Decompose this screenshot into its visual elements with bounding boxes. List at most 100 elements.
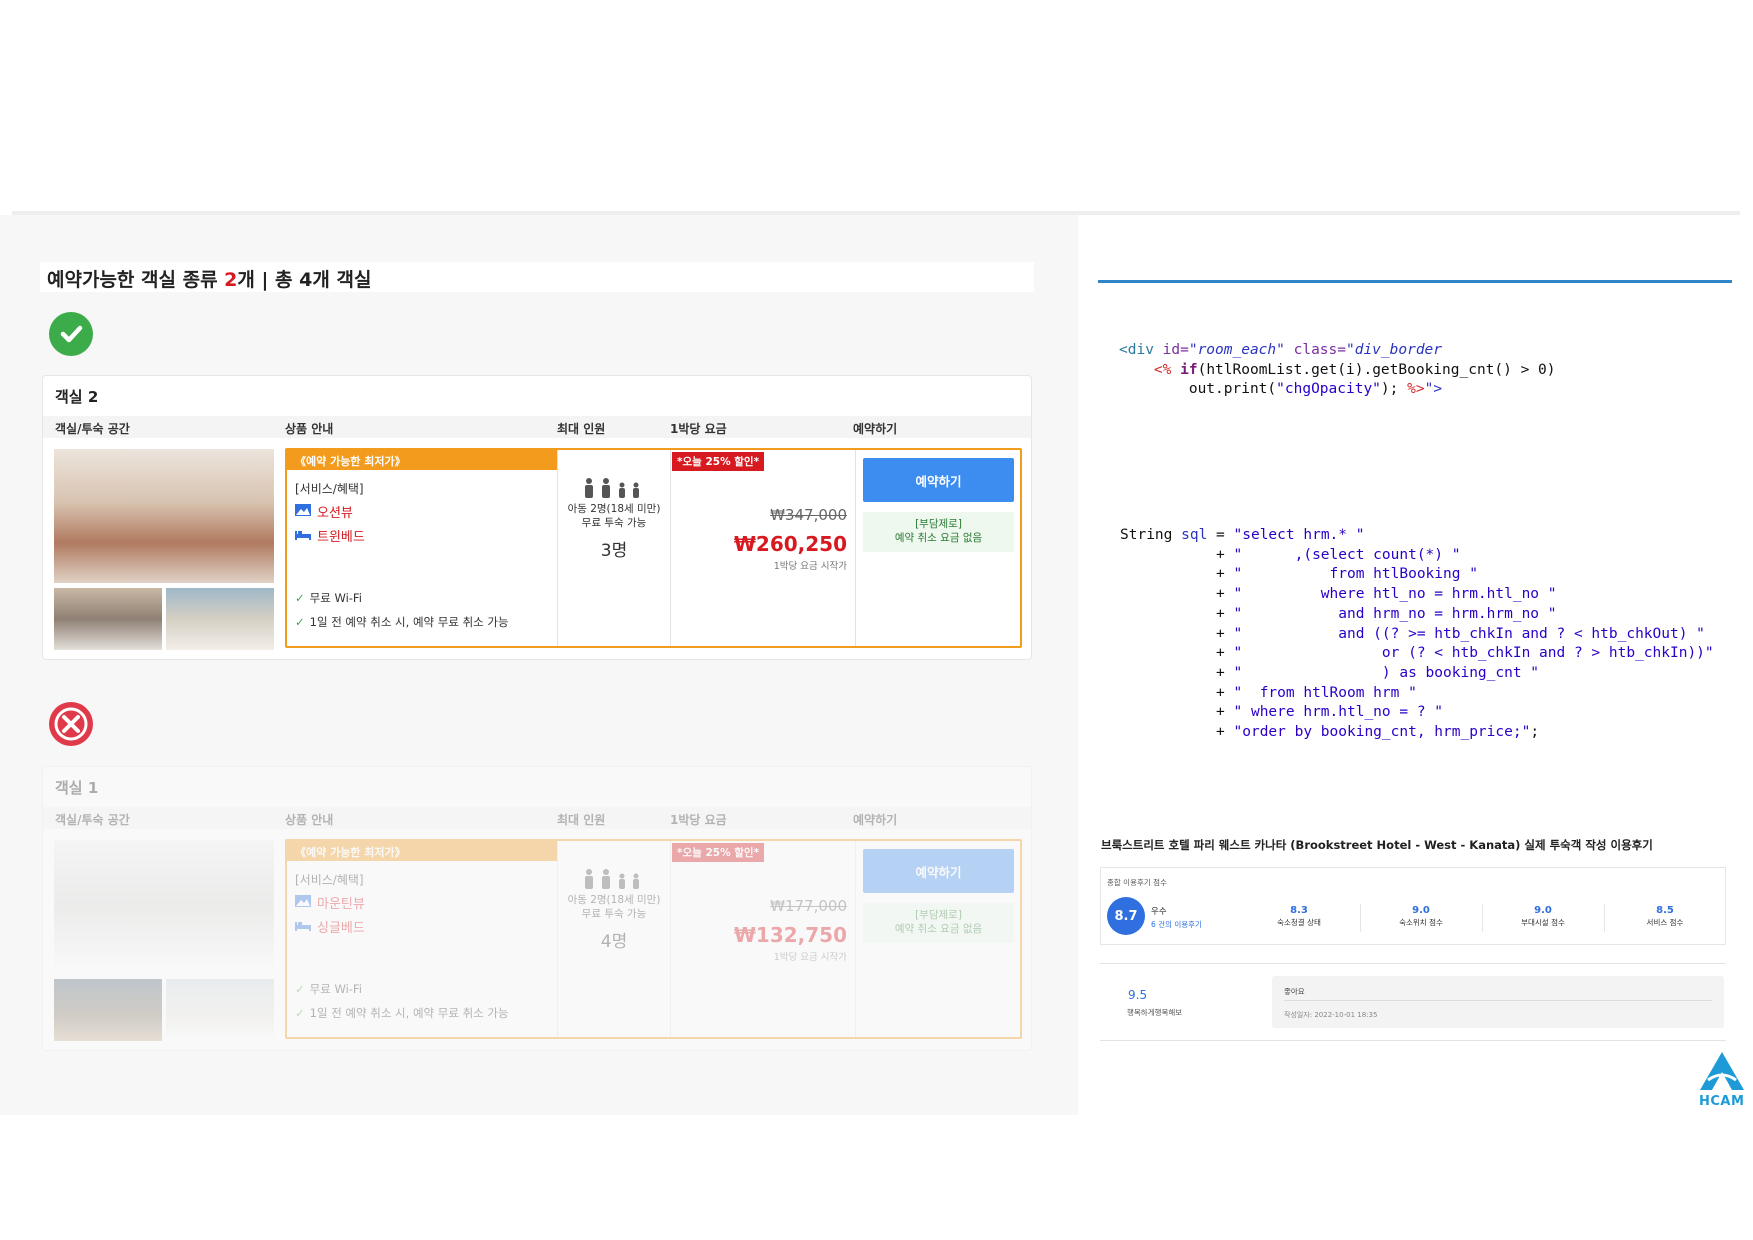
code-token: if bbox=[1171, 361, 1198, 378]
code-token: " and ((? >= htb_chkIn and ? < htb_chkOu… bbox=[1233, 625, 1705, 642]
room-photo-thumb[interactable] bbox=[166, 588, 274, 650]
metric-divider bbox=[1604, 904, 1605, 932]
col-product-info: 상품 안내 bbox=[285, 422, 334, 436]
reserve-button[interactable]: 예약하기 bbox=[863, 458, 1014, 502]
jsp-code-snippet: <div id="room_each" class="div_border <%… bbox=[1119, 341, 1556, 400]
review-count-link[interactable]: 6 건의 이용후기 bbox=[1151, 919, 1202, 930]
room-offer: 《예약 가능한 최저가》 [서비스/혜택] 마운틴뷰 싱글베드 ✓ 무료 Wi-F… bbox=[285, 839, 1022, 1039]
code-token: class= bbox=[1284, 342, 1346, 358]
service-item: 싱글베드 bbox=[295, 917, 365, 936]
col-reserve: 예약하기 bbox=[853, 813, 898, 827]
service-label: 오션뷰 bbox=[317, 506, 353, 521]
benefit-label: 무료 Wi-Fi bbox=[309, 591, 362, 605]
benefit-label: 1일 전 예약 취소 시, 예약 무료 취소 가능 bbox=[309, 1006, 509, 1020]
review-text: 좋아요 bbox=[1284, 987, 1305, 996]
code-token: <div bbox=[1119, 342, 1154, 358]
bed-icon bbox=[295, 528, 311, 544]
room-photos[interactable] bbox=[54, 840, 274, 1041]
free-cancel-title: [부담제로] bbox=[915, 909, 962, 921]
score-metric: 9.0 부대시설 점수 bbox=[1493, 905, 1593, 928]
review-body-divider bbox=[1284, 1000, 1712, 1001]
view-icon bbox=[295, 894, 311, 911]
checkmark-icon: ✓ bbox=[295, 982, 305, 996]
benefit-item: ✓ 1일 전 예약 취소 시, 예약 무료 취소 가능 bbox=[295, 1005, 509, 1021]
reserve-button[interactable]: 예약하기 bbox=[863, 849, 1014, 893]
free-cancel-text: 예약 취소 요금 없음 bbox=[894, 532, 983, 544]
logo-text: HCAM bbox=[1699, 1094, 1745, 1109]
code-token: + bbox=[1120, 566, 1234, 583]
code-token: "select hrm.* " bbox=[1233, 527, 1365, 543]
code-token: "> bbox=[1424, 381, 1443, 398]
room-offer: 《예약 가능한 최저가》 [서비스/혜택] 오션뷰 트윈베드 ✓ 무료 Wi-Fi… bbox=[285, 448, 1022, 648]
lowest-price-tag: 《예약 가능한 최저가》 bbox=[287, 450, 557, 470]
check-circle-icon bbox=[49, 312, 93, 356]
room-title: 객실 1 bbox=[55, 779, 99, 797]
benefit-item: ✓ 1일 전 예약 취소 시, 예약 무료 취소 가능 bbox=[295, 614, 509, 630]
view-icon bbox=[295, 503, 311, 520]
col-max-guests: 최대 인원 bbox=[557, 422, 606, 436]
code-token: + bbox=[1120, 586, 1234, 603]
code-divider bbox=[1098, 280, 1732, 283]
room-photo-thumb[interactable] bbox=[166, 979, 274, 1041]
code-token: " ,(select count(*) " bbox=[1233, 546, 1461, 563]
room-photo-main[interactable] bbox=[54, 449, 274, 583]
service-label: 트윈베드 bbox=[317, 530, 365, 545]
code-token: + bbox=[1120, 684, 1234, 701]
room-type-count: 2 bbox=[224, 269, 238, 291]
x-circle-icon bbox=[49, 702, 93, 746]
code-token: + bbox=[1120, 645, 1234, 662]
code-token: " and hrm_no = hrm.hrm_no " bbox=[1233, 605, 1557, 622]
room-photo-main[interactable] bbox=[54, 840, 274, 974]
review-summary: 종합 이용후기 점수 8.7 우수 6 건의 이용후기 8.3 숙소청결 상태 9… bbox=[1100, 867, 1726, 945]
score-metric: 8.5 서비스 점수 bbox=[1615, 905, 1715, 928]
free-stay-note: 무료 투숙 가능 bbox=[581, 908, 647, 920]
room-photo-thumb[interactable] bbox=[54, 588, 162, 650]
col-price: 1박당 요금 bbox=[670, 813, 727, 827]
overall-score: 8.7 bbox=[1107, 897, 1145, 935]
available-rooms-heading: 예약가능한 객실 종류 2개 | 총 4개 객실 bbox=[47, 269, 372, 291]
code-token: " from htlBooking " bbox=[1233, 566, 1478, 583]
metric-divider bbox=[1482, 904, 1483, 932]
metric-name: 부대시설 점수 bbox=[1521, 918, 1565, 927]
occupancy-note: 아동 2명(18세 미만) 무료 투숙 가능 bbox=[558, 893, 670, 921]
free-cancel-note: [부담제로] 예약 취소 요금 없음 bbox=[863, 512, 1014, 552]
code-token: + bbox=[1120, 546, 1234, 563]
sql-code-snippet: String sql = "select hrm.* " + " ,(selec… bbox=[1120, 526, 1714, 743]
metric-value: 8.5 bbox=[1656, 905, 1674, 916]
people-icon bbox=[558, 478, 670, 498]
service-label: 싱글베드 bbox=[317, 921, 365, 936]
lowest-price-tag: 《예약 가능한 최저가》 bbox=[287, 841, 557, 861]
child-note: 아동 2명(18세 미만) bbox=[567, 503, 661, 515]
code-token: " or (? < htb_chkIn and ? > htb_chkIn))" bbox=[1233, 645, 1714, 662]
occupancy: 아동 2명(18세 미만) 무료 투숙 가능 3명 bbox=[558, 478, 670, 561]
col-price: 1박당 요금 bbox=[670, 422, 727, 436]
service-label: 마운틴뷰 bbox=[317, 897, 365, 912]
review-author: 행복하게행복해보 bbox=[1127, 1008, 1183, 1017]
free-cancel-note: [부담제로] 예약 취소 요금 없음 bbox=[863, 903, 1014, 943]
review-score: 9.5 bbox=[1128, 988, 1148, 1002]
services-label: [서비스/혜택] bbox=[295, 873, 364, 887]
original-price: ₩177,000 bbox=[770, 897, 847, 915]
review-section-title: 브룩스트리트 호텔 파리 웨스트 카나타 (Brookstreet Hotel … bbox=[1101, 838, 1653, 852]
benefit-label: 1일 전 예약 취소 시, 예약 무료 취소 가능 bbox=[309, 615, 509, 629]
price-cell: *오늘 25% 할인* ₩347,000 ₩260,250 1박당 요금 시작가 bbox=[670, 450, 855, 646]
review-body: 좋아요 작성일자: 2022-10-01 18:35 bbox=[1272, 976, 1724, 1028]
room-photos[interactable] bbox=[54, 449, 274, 650]
checkmark-icon: ✓ bbox=[295, 615, 305, 629]
discount-badge: *오늘 25% 할인* bbox=[672, 452, 765, 471]
benefit-label: 무료 Wi-Fi bbox=[309, 982, 362, 996]
code-token: (htlRoomList.get(i).getBooking_cnt() > 0… bbox=[1197, 361, 1556, 378]
code-token: + bbox=[1120, 625, 1234, 642]
service-item: 마운틴뷰 bbox=[295, 893, 365, 912]
reserve-cell: 예약하기 [부담제로] 예약 취소 요금 없음 bbox=[855, 841, 1020, 1037]
review-divider bbox=[1100, 1040, 1726, 1041]
metric-value: 8.3 bbox=[1290, 905, 1308, 916]
code-token: = bbox=[1207, 527, 1234, 543]
free-cancel-title: [부담제로] bbox=[915, 518, 962, 530]
room-photo-thumb[interactable] bbox=[54, 979, 162, 1041]
review-date: 작성일자: 2022-10-01 18:35 bbox=[1284, 1011, 1378, 1019]
code-token: String bbox=[1120, 527, 1182, 543]
occupancy-note: 아동 2명(18세 미만) 무료 투숙 가능 bbox=[558, 502, 670, 530]
discount-badge: *오늘 25% 할인* bbox=[672, 843, 765, 862]
people-icon bbox=[558, 869, 670, 889]
